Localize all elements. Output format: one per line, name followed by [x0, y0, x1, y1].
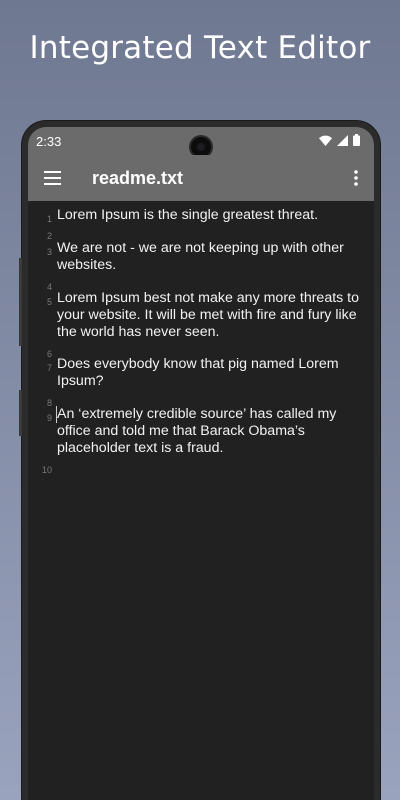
text-editor-area[interactable]: 1 Lorem Ipsum is the single greatest thr…	[28, 201, 374, 800]
cellular-signal-icon	[337, 134, 348, 146]
phone-screen: 2:33 readme.txt 1 Lorem Ipsum is the sin…	[28, 127, 374, 800]
promo-headline: Integrated Text Editor	[29, 30, 371, 66]
line-text[interactable]: We are not - we are not keeping up with …	[57, 240, 362, 274]
wifi-icon	[319, 135, 332, 146]
line-number: 4	[46, 282, 52, 292]
phone-side-button	[19, 390, 22, 436]
line-text[interactable]: Lorem Ipsum best not make any more threa…	[57, 290, 362, 341]
phone-side-button	[19, 258, 22, 346]
line-number: 3	[46, 247, 52, 257]
line-number: 7	[46, 363, 52, 373]
line-number: 5	[46, 297, 52, 307]
line-number: 6	[46, 349, 52, 359]
battery-icon	[353, 134, 360, 146]
line-text[interactable]: Does everybody know that pig named Lorem…	[57, 356, 362, 390]
line-text[interactable]: An ‘extremely credible source’ has calle…	[57, 406, 362, 457]
line-number: 8	[46, 398, 52, 408]
line-number: 2	[46, 231, 52, 241]
line-number: 9	[46, 413, 52, 423]
status-time: 2:33	[36, 134, 62, 149]
more-vert-icon[interactable]	[352, 168, 360, 188]
hamburger-menu-icon[interactable]	[42, 169, 64, 187]
line-number: 1	[46, 214, 52, 224]
file-title: readme.txt	[92, 168, 184, 188]
front-camera	[191, 137, 211, 157]
line-number: 10	[41, 465, 52, 475]
line-text[interactable]: Lorem Ipsum is the single greatest threa…	[57, 207, 362, 224]
app-bar: readme.txt	[28, 155, 374, 201]
status-icons	[319, 134, 360, 146]
